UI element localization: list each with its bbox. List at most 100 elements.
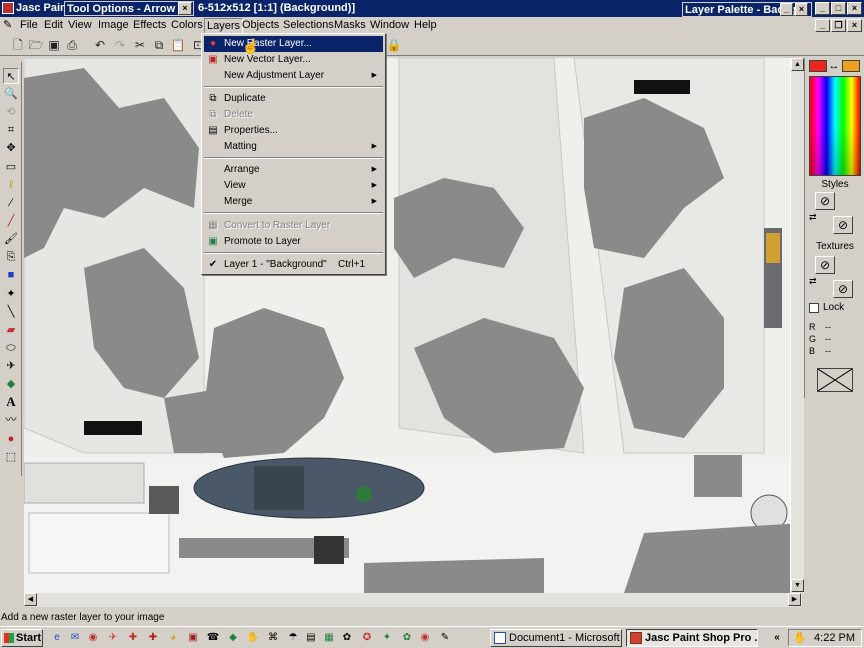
menu-edit[interactable]: Edit [42,18,65,32]
menu-item-view[interactable]: View ▶ [204,178,383,194]
scroll-down-icon[interactable]: ▼ [791,579,804,592]
app-launcher-icon[interactable]: ▣ [186,631,200,645]
app-launcher-icon[interactable]: ✚ [146,631,160,645]
app-launcher-icon[interactable]: ✿ [400,631,414,645]
menu-item-promote-to-layer[interactable]: ▣ Promote to Layer [204,234,383,250]
draw-tool-icon[interactable]: 〰 [3,412,19,428]
mover-tool-icon[interactable]: ✥ [3,140,19,156]
airbrush-tool-icon[interactable]: ✈ [3,358,19,374]
color-spectrum[interactable] [809,76,861,176]
magic-wand-tool-icon[interactable]: ⁄ [3,195,19,211]
paste-icon[interactable]: 📋 [170,37,186,53]
flood-fill-tool-icon[interactable]: ◆ [3,376,19,392]
minimize-icon[interactable]: _ [780,3,793,16]
background-swatch[interactable] [842,60,860,72]
menu-item-delete[interactable]: ⧉ Delete [204,107,383,123]
taskbar-item-word[interactable]: Document1 - Microsoft W... [490,629,622,647]
text-tool-icon[interactable]: A [3,394,19,410]
app-launcher-icon[interactable]: ✪ [360,631,374,645]
menu-item-new-adjustment-layer[interactable]: New Adjustment Layer ▶ [204,68,383,84]
start-button[interactable]: Start [1,629,43,647]
menu-selections[interactable]: Selections [281,18,336,32]
texture-selector-icon[interactable]: ⊘ [815,256,835,274]
app-launcher-icon[interactable]: ✎ [438,631,452,645]
swap-arrow-icon[interactable]: ⇄ [809,276,817,287]
minimize-icon[interactable]: _ [815,2,830,15]
scroll-left-icon[interactable]: ◀ [24,593,37,606]
menu-item-layer-1[interactable]: ✔ Layer 1 - "Background" Ctrl+1 [204,257,383,273]
preset-shapes-tool-icon[interactable]: ● [3,431,19,447]
app-launcher-icon[interactable]: ✋ [246,631,260,645]
app-launcher-icon[interactable]: ◉ [418,631,432,645]
current-color-box[interactable] [817,368,853,392]
volume-icon[interactable]: ✋ [793,630,807,646]
close-icon[interactable]: × [847,2,862,15]
menu-window[interactable]: Window [368,18,411,32]
menu-item-new-raster-layer[interactable]: ● New Raster Layer... [204,36,383,52]
menu-item-properties[interactable]: ▤ Properties... [204,123,383,139]
zoom-tool-icon[interactable]: 🔍 [3,86,19,102]
texture-selector-icon[interactable]: ⊘ [833,280,853,298]
menu-image[interactable]: Image [96,18,131,32]
tool-options-title-bar[interactable]: Tool Options - Arrow × [64,1,194,16]
outlook-icon[interactable]: ✉ [68,631,82,645]
image-canvas[interactable] [24,58,802,593]
open-folder-icon[interactable]: 🗁 [28,37,44,53]
app-launcher-icon[interactable]: ✈ [106,631,120,645]
vertical-scrollbar[interactable]: ▲ ▼ [790,58,804,593]
object-selector-tool-icon[interactable]: ⬚ [3,449,19,465]
app-launcher-icon[interactable]: ◉ [86,631,100,645]
menu-view[interactable]: View [66,18,94,32]
eraser-tool-icon[interactable]: ▰ [3,322,19,338]
menu-item-merge[interactable]: Merge ▶ [204,194,383,210]
swap-arrow-icon[interactable]: ⇄ [809,212,817,223]
app-launcher-icon[interactable]: ◕ [166,631,180,645]
print-icon[interactable]: ⎙ [64,37,80,53]
app-launcher-icon[interactable]: ☂ [286,631,300,645]
swap-colors-icon[interactable]: ↔ [827,59,841,73]
copy-icon[interactable]: ⧉ [151,37,167,53]
menu-layers[interactable]: Layers [204,18,244,34]
retouch-tool-icon[interactable]: ✦ [3,286,19,302]
menu-item-arrange[interactable]: Arrange ▶ [204,162,383,178]
menu-item-new-vector-layer[interactable]: ▣ New Vector Layer... [204,52,383,68]
lasso-tool-icon[interactable]: ℓ [3,177,19,193]
menu-file[interactable]: File [18,18,40,32]
document-icon[interactable]: ✎ [3,19,15,31]
foreground-swatch[interactable] [809,60,827,72]
app-launcher-icon[interactable]: ✿ [340,631,354,645]
close-icon[interactable]: × [795,3,808,16]
app-launcher-icon[interactable]: ▦ [322,631,336,645]
app-launcher-icon[interactable]: ✚ [126,631,140,645]
menu-effects[interactable]: Effects [131,18,168,32]
menu-item-convert-to-raster[interactable]: ▦ Convert to Raster Layer [204,218,383,234]
crop-tool-icon[interactable]: ⌗ [3,122,19,138]
cut-icon[interactable]: ✂ [132,37,148,53]
deform-tool-icon[interactable]: ⟲ [3,104,19,120]
dropper-tool-icon[interactable]: ╱ [3,213,19,229]
selection-tool-icon[interactable]: ▭ [3,159,19,175]
style-selector-icon[interactable]: ⊘ [833,216,853,234]
maximize-icon[interactable]: □ [831,2,846,15]
close-icon[interactable]: × [847,19,862,32]
arrow-tool-icon[interactable]: ↖ [3,68,19,84]
internet-explorer-icon[interactable]: e [50,631,64,645]
menu-help[interactable]: Help [412,18,439,32]
scroll-right-icon[interactable]: ▶ [788,593,801,606]
app-launcher-icon[interactable]: ⌘ [266,631,280,645]
undo-icon[interactable]: ↶ [92,37,108,53]
new-file-icon[interactable]: 🗋 [10,37,26,53]
paint-brush-tool-icon[interactable]: 🖌 [3,231,19,247]
horizontal-scrollbar[interactable]: ◀ ▶ [24,593,802,607]
scratch-remover-tool-icon[interactable]: ╲ [3,304,19,320]
menu-colors[interactable]: Colors [169,18,205,32]
menu-item-matting[interactable]: Matting ▶ [204,139,383,155]
color-replacer-tool-icon[interactable]: ■ [3,267,19,283]
restore-icon[interactable]: ❐ [831,19,846,32]
show-more-icon[interactable]: « [770,631,784,645]
scroll-up-icon[interactable]: ▲ [791,58,804,71]
close-icon[interactable]: × [178,2,192,15]
taskbar-item-paint-shop-pro[interactable]: Jasc Paint Shop Pro ... [626,629,758,647]
minimize-icon[interactable]: _ [815,19,830,32]
redo-icon[interactable]: ↷ [112,37,128,53]
